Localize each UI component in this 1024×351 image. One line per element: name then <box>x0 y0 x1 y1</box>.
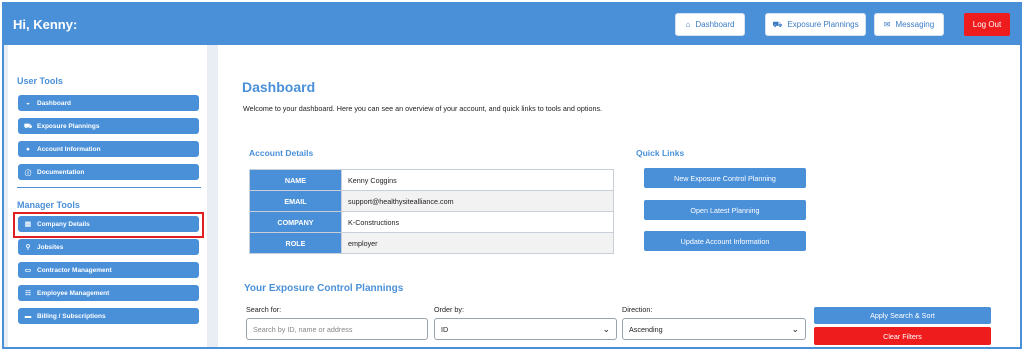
sidebar-item-dashboard[interactable]: ◒ Dashboard <box>18 95 199 111</box>
nav-dashboard-button[interactable]: ⌂ Dashboard <box>675 13 745 36</box>
sidebar-item-jobsites[interactable]: ⚲ Jobsites <box>18 239 199 255</box>
sidebar-item-employee-management[interactable]: ☷ Employee Management <box>18 285 199 301</box>
sidebar-gutter <box>207 45 218 347</box>
welcome-text: Welcome to your dashboard. Here you can … <box>243 104 603 113</box>
clear-filters-button[interactable]: Clear Filters <box>814 327 991 345</box>
account-value: employer <box>341 232 614 254</box>
manager-tools-heading: Manager Tools <box>17 200 80 210</box>
map-marker-icon: ⚲ <box>25 244 31 251</box>
top-bar: Hi, Kenny: ⌂ Dashboard ⛟ Exposure Planni… <box>4 4 1020 45</box>
order-by-select[interactable]: ID ⌄ <box>434 318 617 340</box>
new-planning-button[interactable]: New Exposure Control Planning <box>644 168 806 188</box>
update-account-button[interactable]: Update Account Information <box>644 231 806 251</box>
sidebar: User Tools ◒ Dashboard ⛟ Exposure Planni… <box>8 45 207 347</box>
apply-search-sort-button[interactable]: Apply Search & Sort <box>814 307 991 324</box>
direction-value: Ascending <box>629 324 663 334</box>
table-row: EMAIL support@healthysitealliance.com <box>249 190 614 212</box>
sidebar-item-billing-subscriptions[interactable]: ▬ Billing / Subscriptions <box>18 308 199 324</box>
nav-messaging-button[interactable]: ✉ Messaging <box>874 13 944 36</box>
sidebar-item-contractor-management[interactable]: ▭ Contractor Management <box>18 262 199 278</box>
account-details-heading: Account Details <box>249 148 314 158</box>
sidebar-item-label: Contractor Management <box>37 266 112 274</box>
nav-messaging-label: Messaging <box>895 20 935 29</box>
sidebar-item-label: Dashboard <box>37 99 71 107</box>
account-key: ROLE <box>249 232 342 254</box>
sidebar-item-label: Account Information <box>37 145 101 153</box>
users-icon: ☷ <box>25 290 31 297</box>
plannings-heading: Your Exposure Control Plannings <box>244 283 404 294</box>
account-value: K-Constructions <box>341 211 614 233</box>
dashboard-icon: ◒ <box>26 99 30 107</box>
credit-card-icon: ▬ <box>24 312 32 320</box>
user-icon: ● <box>26 145 30 153</box>
envelope-icon: ✉ <box>883 20 891 29</box>
car-icon: ⛟ <box>24 122 33 130</box>
sidebar-item-label: Billing / Subscriptions <box>37 312 106 320</box>
info-icon: ⓘ <box>24 170 32 177</box>
home-icon: ⌂ <box>685 20 691 29</box>
app-frame: Hi, Kenny: ⌂ Dashboard ⛟ Exposure Planni… <box>2 2 1022 349</box>
sidebar-item-label: Jobsites <box>37 243 64 251</box>
user-tools-heading: User Tools <box>17 76 63 86</box>
account-key: COMPANY <box>249 211 342 233</box>
page-title: Dashboard <box>242 79 316 95</box>
chevron-down-icon: ⌄ <box>791 323 799 334</box>
truck-icon: ▭ <box>24 267 32 274</box>
sidebar-item-account-information[interactable]: ● Account Information <box>18 141 199 157</box>
account-key: EMAIL <box>249 190 342 212</box>
account-value: support@healthysitealliance.com <box>341 190 614 212</box>
nav-exposure-plannings-label: Exposure Plannings <box>787 20 859 29</box>
highlight-box <box>13 212 204 238</box>
account-value: Kenny Coggins <box>341 169 614 191</box>
order-by-value: ID <box>441 324 449 334</box>
sidebar-item-label: Employee Management <box>37 289 110 297</box>
sidebar-item-exposure-plannings[interactable]: ⛟ Exposure Plannings <box>18 118 199 134</box>
car-icon: ⛟ <box>772 19 783 29</box>
table-row: NAME Kenny Coggins <box>249 169 614 191</box>
nav-exposure-plannings-button[interactable]: ⛟ Exposure Plannings <box>765 13 866 36</box>
search-label: Search for: <box>246 305 282 314</box>
account-key: NAME <box>249 169 342 191</box>
direction-select[interactable]: Ascending ⌄ <box>622 318 806 340</box>
table-row: COMPANY K-Constructions <box>249 211 614 233</box>
sidebar-item-label: Exposure Plannings <box>37 122 100 130</box>
quick-links-heading: Quick Links <box>636 148 685 158</box>
account-details-table: NAME Kenny Coggins EMAIL support@healthy… <box>249 169 614 254</box>
logout-button[interactable]: Log Out <box>964 13 1010 36</box>
sidebar-item-label: Documentation <box>37 168 85 176</box>
sidebar-divider <box>17 187 201 188</box>
greeting: Hi, Kenny: <box>13 17 78 32</box>
nav-dashboard-label: Dashboard <box>695 20 735 29</box>
direction-label: Direction: <box>622 305 653 314</box>
search-input[interactable] <box>246 318 428 340</box>
main-content: Dashboard Welcome to your dashboard. Her… <box>218 45 1020 347</box>
order-by-label: Order by: <box>434 305 464 314</box>
table-row: ROLE employer <box>249 232 614 254</box>
sidebar-item-documentation[interactable]: ⓘ Documentation <box>18 164 199 180</box>
open-latest-planning-button[interactable]: Open Latest Planning <box>644 200 806 220</box>
chevron-down-icon: ⌄ <box>602 323 610 334</box>
